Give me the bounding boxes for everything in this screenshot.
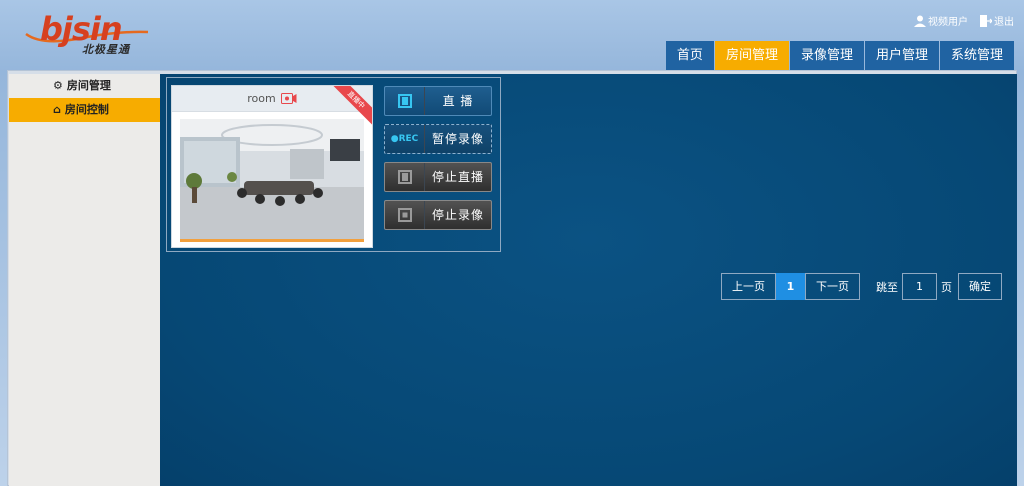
tab-system-management[interactable]: 系统管理 xyxy=(939,41,1014,70)
header: bjsin 北极星通 视频用户 退出 首页 房间管理 录像管理 用户管理 系统管… xyxy=(0,0,1024,72)
brand-logo[interactable]: bjsin 北极星通 xyxy=(22,10,152,56)
logout-label: 退出 xyxy=(994,17,1014,28)
gear-icon: ⚙ xyxy=(53,79,63,92)
home-icon: ⌂ xyxy=(53,103,61,116)
page-1-button[interactable]: 1 xyxy=(776,273,805,300)
next-page-button[interactable]: 下一页 xyxy=(805,273,860,300)
stop-recording-button[interactable]: 停止录像 xyxy=(384,200,492,230)
tab-home[interactable]: 首页 xyxy=(665,41,714,70)
confirm-jump-button[interactable]: 确定 xyxy=(958,273,1002,300)
sidebar-item-room-management[interactable]: ⚙ 房间管理 xyxy=(9,74,160,98)
brand-subtitle: 北极星通 xyxy=(82,43,130,56)
user-area: 视频用户 退出 xyxy=(914,13,1014,28)
tab-room-management[interactable]: 房间管理 xyxy=(714,41,789,70)
logout-link[interactable]: 退出 xyxy=(980,13,1014,28)
film-icon xyxy=(385,87,425,115)
tab-recording-management[interactable]: 录像管理 xyxy=(789,41,864,70)
sidebar-item-label: 房间管理 xyxy=(66,79,111,92)
prev-page-button[interactable]: 上一页 xyxy=(721,273,776,300)
page-unit-label: 页 xyxy=(941,280,952,294)
room-preview-image[interactable] xyxy=(180,119,364,239)
live-button-label: 直 播 xyxy=(442,94,474,108)
room-preview-bar xyxy=(180,239,364,242)
main-nav: 首页 房间管理 录像管理 用户管理 系统管理 xyxy=(665,41,1014,70)
jump-label: 跳至 xyxy=(876,280,898,294)
stop-live-label: 停止直播 xyxy=(431,170,484,184)
sidebar-item-room-control[interactable]: ⌂ 房间控制 xyxy=(9,98,160,122)
main-panel: room 直播中 直 播 ●REC 暂停录像 停止直播 停止录像 上一页 1 下… xyxy=(160,74,1017,486)
rec-icon: ●REC xyxy=(385,125,425,153)
room-panel: room 直播中 直 播 ●REC 暂停录像 停止直播 停止录像 xyxy=(166,77,501,252)
pagination: 上一页 1 下一页 跳至 页 确定 xyxy=(721,273,1002,300)
page-jump-input[interactable] xyxy=(902,273,937,300)
room-name: room xyxy=(247,92,276,105)
user-menu[interactable]: 视频用户 xyxy=(914,13,968,28)
pause-recording-button[interactable]: ●REC 暂停录像 xyxy=(384,124,492,154)
sidebar: ⚙ 房间管理 ⌂ 房间控制 xyxy=(9,74,160,486)
tab-user-management[interactable]: 用户管理 xyxy=(864,41,939,70)
stop-recording-label: 停止录像 xyxy=(431,208,484,222)
sidebar-item-label: 房间控制 xyxy=(64,103,109,116)
camera-icon xyxy=(280,93,297,104)
stop-live-button[interactable]: 停止直播 xyxy=(384,162,492,192)
live-button[interactable]: 直 播 xyxy=(384,86,492,116)
logout-icon xyxy=(980,14,992,27)
pause-recording-label: 暂停录像 xyxy=(431,132,484,146)
user-name: 视频用户 xyxy=(928,17,968,28)
stop-icon xyxy=(385,201,425,229)
room-card[interactable]: room 直播中 xyxy=(171,85,373,248)
user-icon xyxy=(914,15,926,27)
film-icon xyxy=(385,163,425,191)
